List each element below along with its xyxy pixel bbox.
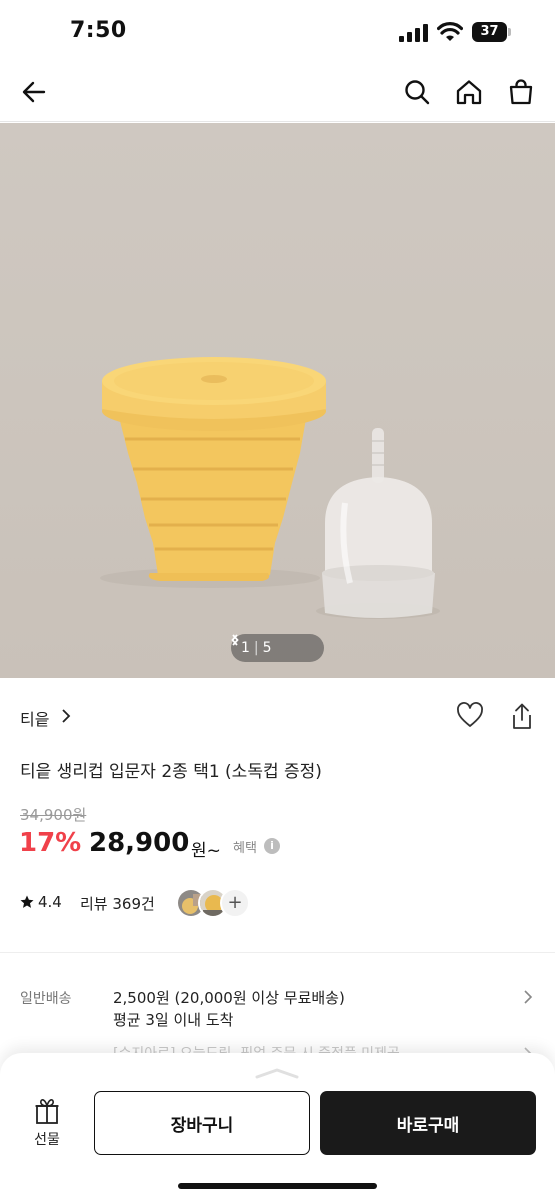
product-image-carousel[interactable]: 1 | 5 xyxy=(0,123,555,678)
rating-score: 4.4 xyxy=(38,893,62,911)
section-divider xyxy=(0,952,555,953)
cellular-signal-icon xyxy=(399,24,428,42)
review-photo-thumbnails[interactable]: + xyxy=(176,888,256,918)
status-bar: 7:50 37 xyxy=(0,0,555,62)
product-title: 티읕 생리컵 입문자 2종 택1 (소독컵 증정) xyxy=(20,762,322,782)
review-count[interactable]: 리뷰 369건 xyxy=(80,893,155,914)
rating-row[interactable]: 4.4 리뷰 369건 + xyxy=(20,888,320,918)
pager-total: 5 xyxy=(262,640,272,656)
pager-separator: | xyxy=(253,640,259,656)
gift-label: 선물 xyxy=(34,1132,60,1148)
brand-link[interactable]: 티읕 xyxy=(20,706,49,730)
battery-level: 37 xyxy=(472,22,507,42)
brand-row: 티읕 xyxy=(20,700,535,732)
top-navigation-bar xyxy=(0,62,555,122)
original-price: 34,900원 xyxy=(20,806,87,824)
star-icon xyxy=(20,895,34,908)
search-icon[interactable] xyxy=(403,78,431,106)
gift-button[interactable]: 선물 xyxy=(22,1097,72,1153)
more-reviews-button[interactable]: + xyxy=(220,888,250,918)
price-unit: 원~ xyxy=(191,841,221,861)
benefit-link[interactable]: 혜택 xyxy=(233,837,257,856)
buy-now-button[interactable]: 바로구매 xyxy=(320,1091,536,1155)
home-indicator xyxy=(178,1183,377,1189)
status-time: 7:50 xyxy=(70,18,127,43)
shopping-bag-icon[interactable] xyxy=(507,78,535,106)
sale-price: 28,900 xyxy=(89,828,190,858)
back-arrow-icon[interactable] xyxy=(20,78,48,106)
shipping-eta: 평균 3일 이내 도착 xyxy=(113,1011,234,1029)
chevron-right-icon[interactable] xyxy=(231,634,239,646)
chevron-up-icon[interactable] xyxy=(254,1067,300,1079)
info-icon[interactable]: i xyxy=(264,838,280,854)
shipping-label: 일반배송 xyxy=(20,991,72,1007)
heart-icon[interactable] xyxy=(456,702,484,728)
share-icon[interactable] xyxy=(510,702,534,730)
product-photo xyxy=(100,357,440,619)
pager-current: 1 xyxy=(241,640,250,656)
home-icon[interactable] xyxy=(455,78,483,106)
battery-icon: 37 xyxy=(472,22,512,42)
add-to-cart-button[interactable]: 장바구니 xyxy=(94,1091,310,1155)
discount-rate: 17% xyxy=(19,828,82,858)
purchase-bottom-sheet: 선물 장바구니 바로구매 xyxy=(0,1053,555,1200)
chevron-right-icon[interactable] xyxy=(522,989,534,1005)
gift-icon xyxy=(35,1099,59,1124)
shipping-fee: 2,500원 (20,000원 이상 무료배송) xyxy=(113,989,345,1007)
wifi-icon xyxy=(437,22,463,41)
image-pager: 1 | 5 xyxy=(231,634,324,662)
chevron-right-icon xyxy=(62,709,71,723)
